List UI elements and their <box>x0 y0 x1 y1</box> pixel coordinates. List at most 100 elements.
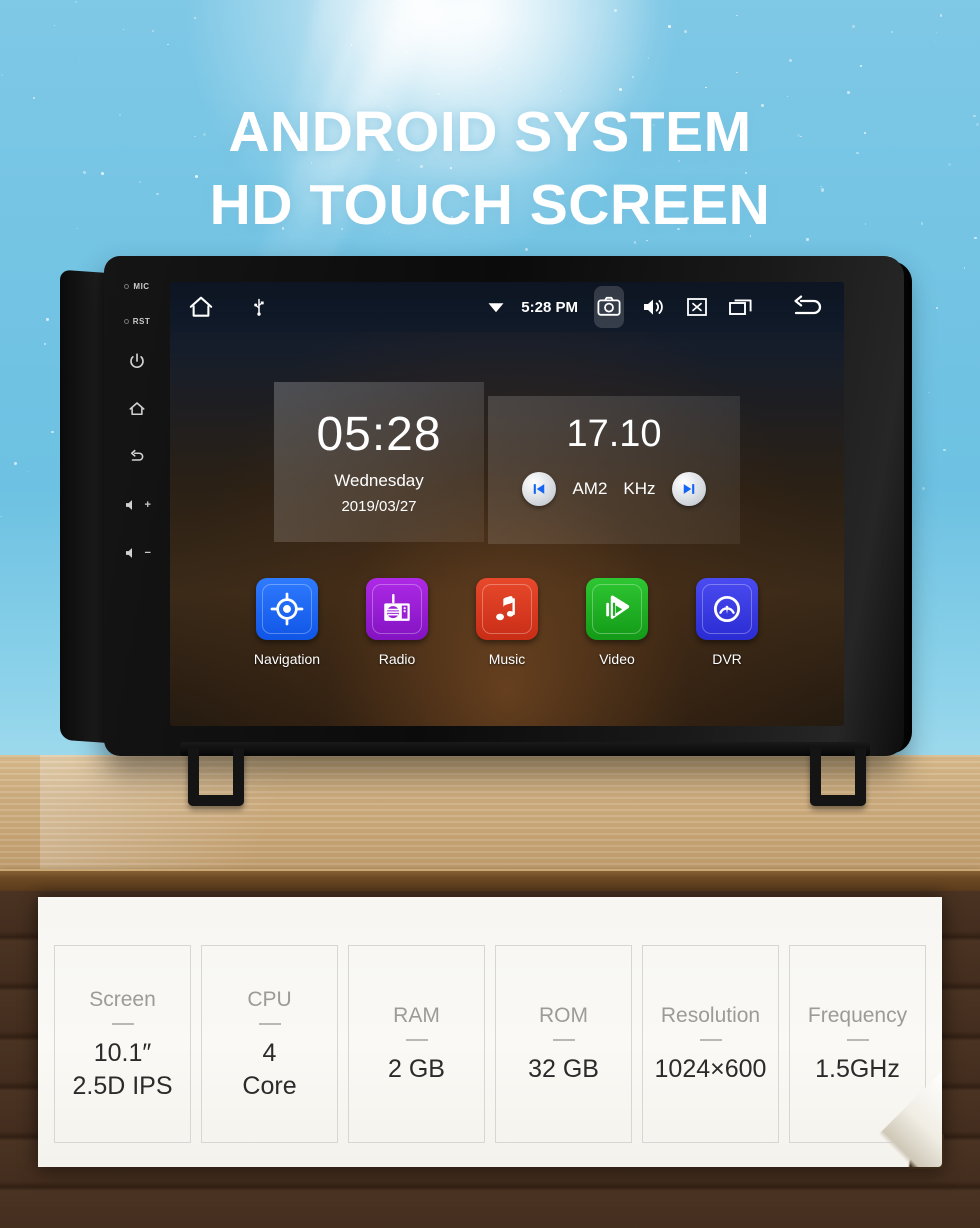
camera-icon <box>597 296 621 316</box>
app-dock: Navigation Radio Music Video DVR <box>170 578 844 667</box>
app-dvr[interactable]: DVR <box>686 578 768 667</box>
spec-value: 32 GB <box>528 1055 599 1083</box>
spec-card: Resolution 1024×600 <box>642 945 779 1143</box>
status-usb-indicator <box>244 292 274 322</box>
skip-next-icon <box>683 484 694 494</box>
spec-label: Resolution <box>660 1004 761 1027</box>
radio-unit: KHz <box>623 479 656 498</box>
app-label: Navigation <box>253 651 321 667</box>
spec-value: 1024×600 <box>654 1055 767 1083</box>
reset-hole-icon <box>123 319 129 324</box>
headline-line-2: HD TOUCH SCREEN <box>209 173 771 237</box>
volume-down-button[interactable]: − <box>123 544 152 562</box>
volume-up-icon <box>125 500 132 510</box>
spec-label: Screen <box>89 987 156 1011</box>
power-icon <box>130 353 144 368</box>
home-button[interactable] <box>128 400 146 418</box>
headline-line-1: ANDROID SYSTEM <box>228 100 752 164</box>
spec-card: CPU 4 Core <box>201 945 338 1143</box>
volume-down-minus: − <box>144 547 152 559</box>
close-button[interactable] <box>682 292 712 322</box>
clock-weekday: Wednesday <box>334 471 424 490</box>
radio-tile[interactable] <box>366 578 428 640</box>
back-button[interactable] <box>788 292 828 322</box>
spec-card-row: Screen 10.1″ 2.5D IPS CPU 4 Core RAM 2 GB ROM 3… <box>54 945 926 1143</box>
power-button[interactable] <box>128 352 146 370</box>
spec-divider <box>846 1039 869 1041</box>
spec-card: ROM 32 GB <box>495 945 632 1143</box>
reset-label: RST <box>132 317 151 326</box>
back-arrow-icon <box>794 295 822 315</box>
spec-value: 10.1″ 2.5D IPS <box>72 1038 173 1100</box>
home-icon <box>129 402 145 416</box>
spec-label: ROM <box>539 1004 588 1027</box>
mounting-bracket-right <box>810 748 866 806</box>
app-label: DVR <box>712 651 742 667</box>
mount-bar <box>180 742 870 756</box>
video-play-icon <box>606 595 630 619</box>
app-video[interactable]: Video <box>576 578 658 667</box>
android-status-bar: 5:28 PM <box>170 282 844 332</box>
volume-up-plus: + <box>144 499 152 511</box>
mounting-bracket-left <box>188 748 244 806</box>
app-music[interactable]: Music <box>466 578 548 667</box>
usb-icon <box>254 298 264 316</box>
recents-icon <box>729 299 752 315</box>
side-button-strip: MIC RST + − <box>108 278 166 728</box>
status-clock: 5:28 PM <box>521 298 578 316</box>
clock-widget[interactable]: 05:28 Wednesday 2019/03/27 <box>274 382 484 542</box>
app-label: Music <box>488 651 526 667</box>
home-icon <box>189 296 213 317</box>
spec-divider <box>111 1022 134 1025</box>
back-button[interactable] <box>128 448 146 466</box>
navigation-tile[interactable] <box>256 578 318 640</box>
mic-pinhole: MIC <box>124 282 149 291</box>
spec-label: CPU <box>247 987 292 1011</box>
skip-previous-icon <box>534 484 545 494</box>
volume-up-button[interactable]: + <box>123 496 152 514</box>
spec-value: 4 Core <box>242 1038 297 1100</box>
spec-card: RAM 2 GB <box>348 945 485 1143</box>
volume-down-icon <box>125 548 132 558</box>
dvr-tile[interactable] <box>696 578 758 640</box>
spec-divider <box>699 1039 722 1041</box>
gauge-icon <box>713 595 741 623</box>
status-home-button[interactable] <box>186 292 216 322</box>
music-tile[interactable] <box>476 578 538 640</box>
spec-card: Screen 10.1″ 2.5D IPS <box>54 945 191 1143</box>
volume-button[interactable] <box>638 292 668 322</box>
recents-button[interactable] <box>726 292 756 322</box>
spec-label: RAM <box>393 1004 440 1027</box>
clock-time: 05:28 <box>316 408 442 461</box>
app-radio[interactable]: Radio <box>356 578 438 667</box>
radio-next-button[interactable] <box>671 472 706 506</box>
car-stereo-unit: MIC RST + − 5:28 PM 05:28 Wednesday 2019… <box>60 256 920 806</box>
spec-label: Frequency <box>807 1004 908 1027</box>
spec-divider <box>258 1022 281 1025</box>
reset-pinhole[interactable]: RST <box>123 317 151 326</box>
video-tile[interactable] <box>586 578 648 640</box>
spec-sheet: Screen 10.1″ 2.5D IPS CPU 4 Core RAM 2 GB ROM 3… <box>38 897 944 1169</box>
wifi-icon <box>488 303 504 313</box>
camera-button[interactable] <box>594 286 624 328</box>
mic-label: MIC <box>133 282 150 291</box>
wood-table-edge <box>0 869 980 891</box>
radio-widget[interactable]: 17.10 AM2 KHz <box>488 396 740 544</box>
clock-date: 2019/03/27 <box>341 498 417 515</box>
spec-value: 2 GB <box>388 1055 445 1083</box>
page-title: ANDROID SYSTEM HD TOUCH SCREEN <box>0 96 980 242</box>
mic-hole-icon <box>124 284 130 289</box>
touch-screen[interactable]: 5:28 PM 05:28 Wednesday 2019/03/27 17.10… <box>170 282 844 726</box>
app-navigation[interactable]: Navigation <box>246 578 328 667</box>
radio-prev-button[interactable] <box>522 472 557 506</box>
radio-frequency: 17.10 <box>566 413 662 455</box>
close-box-icon <box>687 298 707 316</box>
wifi-indicator <box>485 292 507 322</box>
volume-icon <box>644 299 663 315</box>
radio-band: AM2 <box>572 479 608 498</box>
back-arrow-icon <box>130 449 144 461</box>
app-label: Video <box>599 651 635 667</box>
spec-divider <box>405 1039 428 1041</box>
app-label: Radio <box>378 651 416 667</box>
music-note-icon <box>496 596 515 621</box>
